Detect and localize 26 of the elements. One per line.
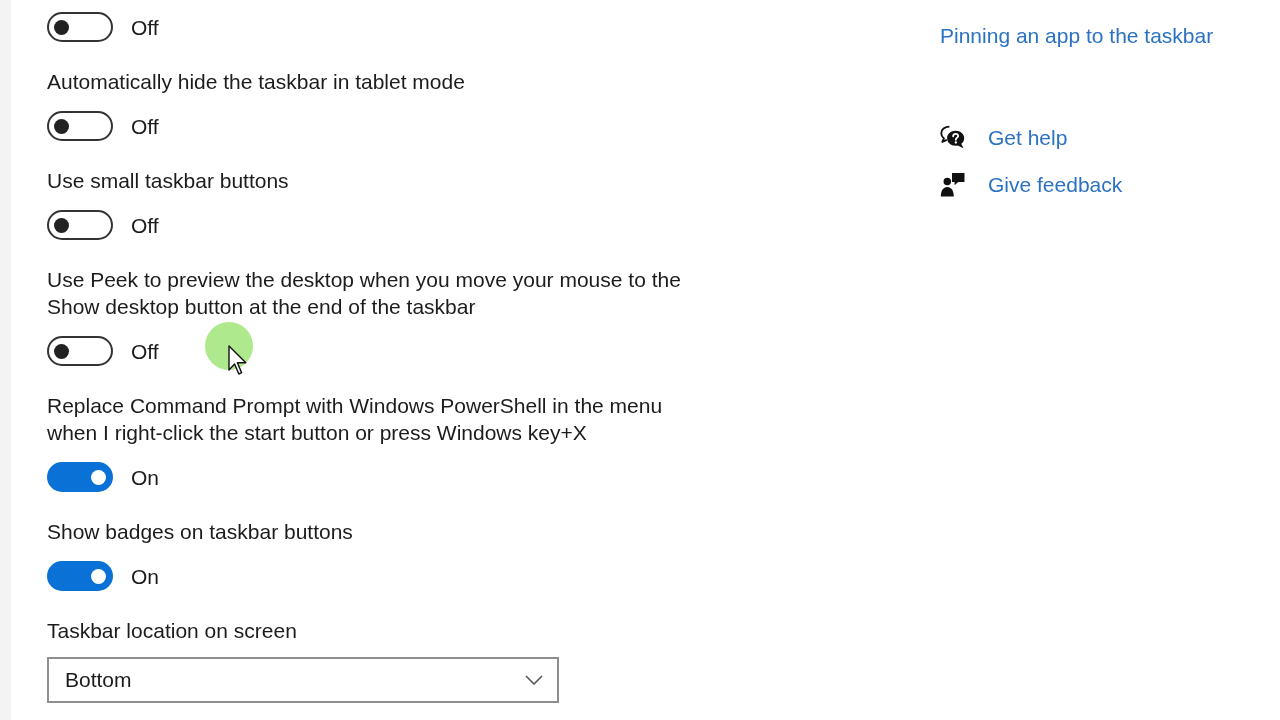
help-bubbles-icon	[940, 125, 965, 150]
help-link[interactable]: Get help	[988, 124, 1068, 151]
toggle-switch[interactable]	[47, 336, 113, 366]
setting-label: Automatically hide the taskbar in tablet mode	[47, 69, 465, 95]
toggle-switch[interactable]	[47, 111, 113, 141]
toggle-state-text: Off	[131, 113, 159, 140]
setting-label: Replace Command Prompt with Windows PowerShell in the menu when I right-click the start button or press Windows key+X	[47, 393, 664, 446]
toggle-state-text: Off	[131, 338, 159, 365]
toggle-state-text: On	[131, 563, 159, 590]
setting-label: Taskbar location on screen	[47, 618, 297, 644]
toggle-switch[interactable]	[47, 210, 113, 240]
toggle-switch[interactable]	[47, 12, 113, 42]
person-speech-icon	[940, 172, 965, 197]
related-link[interactable]: Pinning an app to the taskbar	[940, 24, 1214, 47]
toggle-state-text: Off	[131, 212, 159, 239]
toggle-switch[interactable]	[47, 462, 113, 492]
setting-label: Use small taskbar buttons	[47, 168, 289, 194]
toggle-state-text: Off	[131, 14, 159, 41]
mouse-pointer-icon	[205, 322, 253, 375]
toggle-switch[interactable]	[47, 561, 113, 591]
chevron-down-icon	[525, 675, 543, 685]
help-link[interactable]: Give feedback	[988, 171, 1123, 198]
setting-label: Show badges on taskbar buttons	[47, 519, 353, 545]
setting-label: Use Peek to preview the desktop when you move your mouse to the Show desktop button at the end of the taskbar	[47, 267, 682, 320]
location-dropdown[interactable]: Bottom	[47, 657, 559, 703]
toggle-state-text: On	[131, 464, 159, 491]
